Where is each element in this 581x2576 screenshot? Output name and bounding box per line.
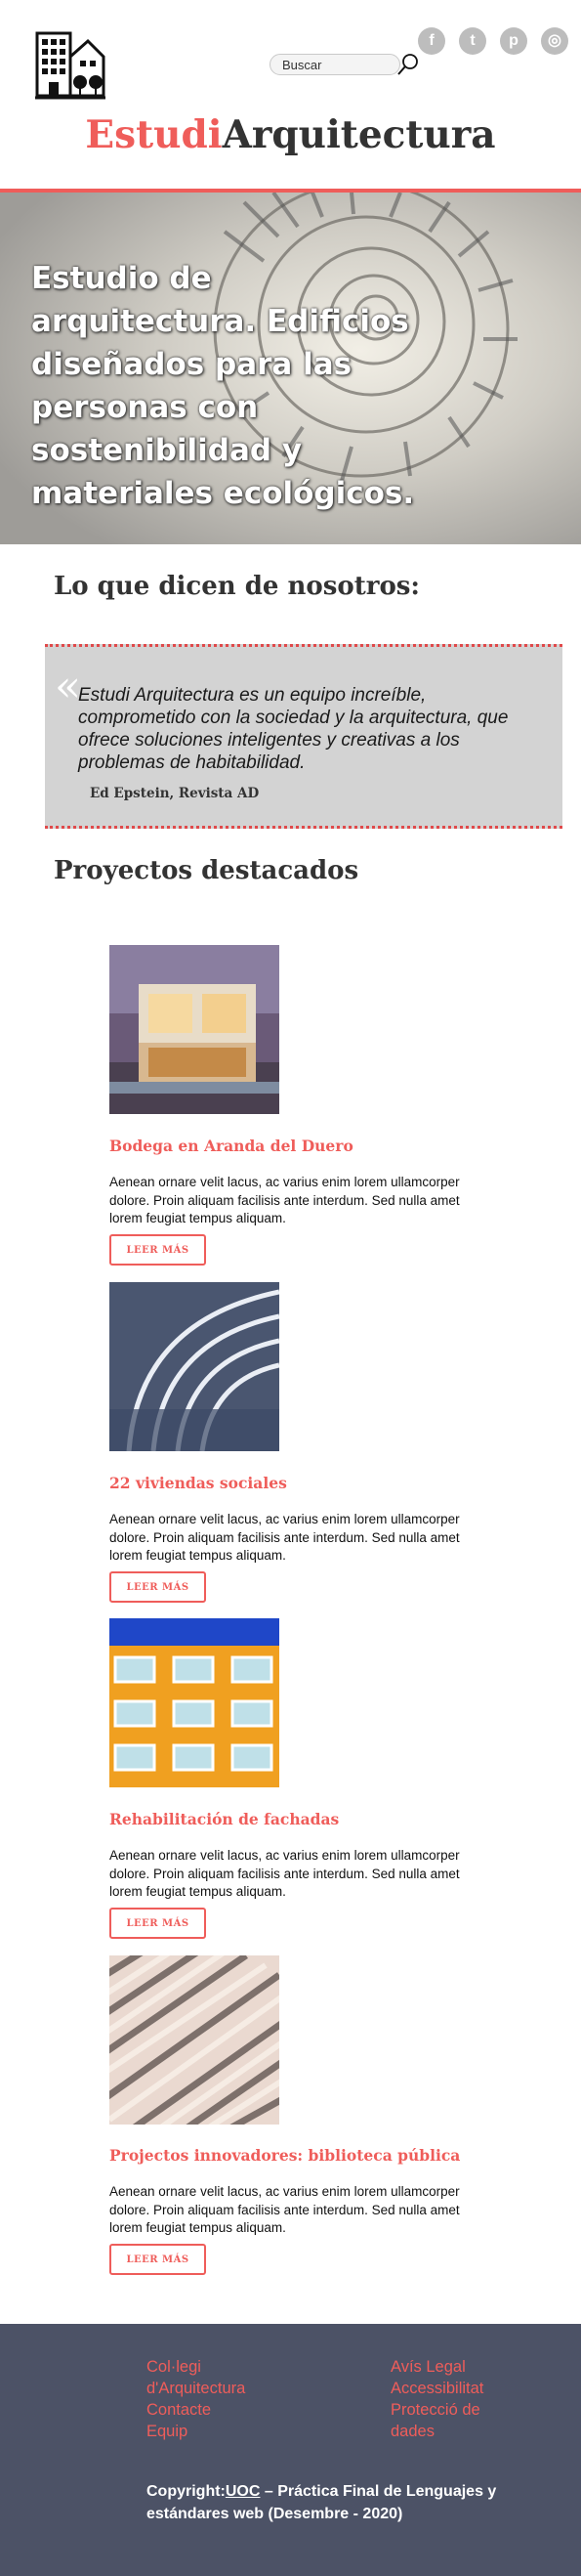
footer-link-avis-legal[interactable]: Avís Legal	[391, 2356, 503, 2378]
instagram-icon[interactable]: ◎	[541, 27, 568, 55]
project-description: Aenean ornare velit lacus, ac varius eni…	[109, 1512, 460, 1563]
search-input[interactable]	[270, 54, 400, 75]
testimonial-quote: Estudi Arquitectura es un equipo increíb…	[78, 685, 509, 773]
footer-links-left: Col·legi d'Arquitectura Contacte Equip	[146, 2356, 269, 2442]
pinterest-icon[interactable]: p	[500, 27, 527, 55]
footer-link-equip[interactable]: Equip	[146, 2421, 269, 2442]
testimonial-author: Ed Epstein, Revista AD	[90, 786, 260, 801]
project-title[interactable]: Bodega en Aranda del Duero	[109, 1137, 353, 1155]
site-brand[interactable]: EstudiArquitectura	[0, 109, 581, 160]
quote-mark-icon: «	[55, 662, 81, 711]
project-image-fachadas[interactable]	[109, 1618, 279, 1787]
read-more-button[interactable]: LEER MÁS	[109, 1571, 206, 1603]
footer-link-contacte[interactable]: Contacte	[146, 2399, 269, 2421]
project-image-bodega[interactable]	[109, 945, 279, 1114]
project-description: Aenean ornare velit lacus, ac varius eni…	[109, 2184, 460, 2235]
twitter-icon[interactable]: t	[459, 27, 486, 55]
copyright-prefix: Copyright:	[146, 2483, 226, 2500]
facebook-icon[interactable]: f	[418, 27, 445, 55]
read-more-button[interactable]: LEER MÁS	[109, 1908, 206, 1939]
brand-main-text: Arquitectura	[222, 112, 496, 157]
project-image-biblioteca[interactable]	[109, 1955, 279, 2125]
building-icon	[35, 31, 105, 100]
footer-links-right: Avís Legal Accessibilitat Protecció de d…	[391, 2356, 503, 2442]
copyright-org: UOC	[225, 2483, 261, 2500]
brand-accent-text: Estudi	[85, 112, 223, 157]
project-title[interactable]: Rehabilitación de fachadas	[109, 1810, 339, 1828]
testimonials-heading: Lo que dicen de nosotros:	[54, 572, 421, 601]
footer-link-accessibilitat[interactable]: Accessibilitat	[391, 2378, 503, 2399]
project-title[interactable]: Projectos innovadores: biblioteca públic…	[109, 2146, 460, 2165]
project-description: Aenean ornare velit lacus, ac varius eni…	[109, 1175, 460, 1225]
project-title[interactable]: 22 viviendas sociales	[109, 1474, 287, 1492]
projects-heading: Proyectos destacados	[54, 856, 359, 885]
project-image-viviendas[interactable]	[109, 1282, 279, 1451]
footer-link-collegi[interactable]: Col·legi d'Arquitectura	[146, 2356, 269, 2399]
hero-title: Estudio de arquitectura. Edificios diseñ…	[31, 261, 415, 511]
read-more-button[interactable]: LEER MÁS	[109, 1234, 206, 1266]
search-icon[interactable]	[395, 52, 421, 77]
read-more-button[interactable]: LEER MÁS	[109, 2244, 206, 2275]
project-description: Aenean ornare velit lacus, ac varius eni…	[109, 1848, 460, 1899]
footer-copyright: Copyright:UOC – Práctica Final de Lengua…	[146, 2480, 498, 2525]
footer-link-proteccio-dades[interactable]: Protecció de dades	[391, 2399, 503, 2442]
